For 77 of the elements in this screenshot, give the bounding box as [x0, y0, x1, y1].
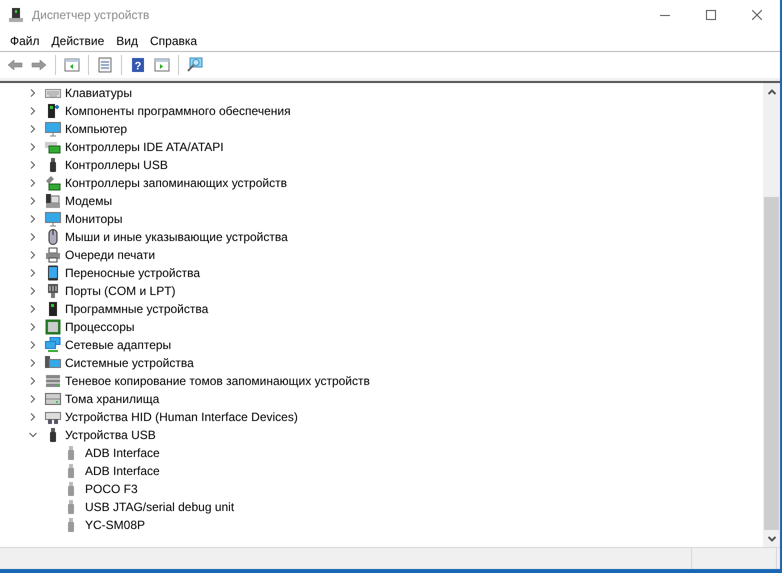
tree-item[interactable]: Тома хранилища [65, 390, 160, 408]
printer-icon [45, 247, 61, 263]
tree-item[interactable]: Системные устройства [65, 354, 194, 372]
tablet-icon [45, 265, 61, 281]
chevron-right-icon [29, 179, 37, 187]
chevron-right-icon [29, 143, 37, 151]
chevron-right-icon [29, 251, 37, 259]
chevron-up-icon [768, 88, 776, 94]
chevron-right-icon [29, 323, 37, 331]
tree-item[interactable]: Мониторы [65, 210, 122, 228]
chevron-right-icon [29, 341, 37, 349]
tree-item[interactable]: Модемы [65, 192, 112, 210]
back-icon [7, 57, 23, 73]
chevron-down-icon [768, 536, 776, 542]
tree-item[interactable]: YC-SM08P [85, 516, 146, 534]
tree-item[interactable]: Очереди печати [65, 246, 156, 264]
chevron-right-icon [29, 215, 37, 223]
menu-item[interactable]: Вид [110, 30, 144, 50]
window-title: Диспетчер устройств [32, 7, 150, 24]
drive-icon [45, 373, 61, 389]
tree-item[interactable]: ADB Interface [85, 462, 160, 480]
monitor-icon [45, 211, 61, 227]
chip-icon [45, 319, 61, 335]
tree-item[interactable]: Переносные устройства [65, 264, 200, 282]
tree-item[interactable]: Устройства HID (Human Interface Devices) [65, 408, 298, 426]
chevron-right-icon [29, 233, 37, 241]
tree-item[interactable]: ADB Interface [85, 444, 160, 462]
modem-icon [45, 193, 61, 209]
scroll-thumb[interactable] [764, 196, 779, 530]
tree-item[interactable]: Компьютер [65, 120, 128, 138]
tree-item[interactable]: Контроллеры IDE ATA/ATAPI [65, 138, 224, 156]
device-icon [45, 103, 61, 119]
close-icon [752, 10, 762, 20]
chevron-right-icon [29, 395, 37, 403]
tree-item[interactable]: Устройства USB [65, 426, 156, 444]
tree-item[interactable]: Программные устройства [65, 300, 208, 318]
keyboard-icon [45, 409, 61, 425]
tree-item[interactable]: USB JTAG/serial debug unit [85, 498, 234, 516]
tree-item[interactable]: Компоненты программного обеспечения [65, 102, 291, 120]
chevron-right-icon [29, 161, 37, 169]
forward-icon [31, 57, 47, 73]
port-icon [45, 283, 61, 299]
monitor-search-icon [187, 57, 203, 73]
tree-item[interactable]: Клавиатуры [65, 84, 132, 102]
computer-icon [45, 355, 61, 371]
menu-item[interactable]: Файл [4, 30, 46, 50]
chevron-right-icon [29, 377, 37, 385]
chevron-right-icon [29, 125, 37, 133]
window-icon [64, 57, 80, 73]
chevron-down-icon [29, 431, 37, 439]
card-icon [45, 139, 61, 155]
drive-icon [45, 391, 61, 407]
chevron-right-icon [29, 197, 37, 205]
tree-item[interactable]: Мыши и иные указывающие устройства [65, 228, 288, 246]
menu-item[interactable]: Действие [46, 30, 110, 50]
maximize-icon [706, 10, 716, 20]
chevron-right-icon [29, 413, 37, 421]
window-play-icon [154, 57, 170, 73]
chevron-right-icon [29, 107, 37, 115]
scrollbar[interactable] [763, 83, 780, 547]
network-icon [45, 337, 61, 353]
app-icon [8, 7, 24, 23]
tree-item[interactable]: Контроллеры запоминающих устройств [65, 174, 287, 192]
chevron-right-icon [29, 359, 37, 367]
chevron-right-icon [29, 287, 37, 295]
tree-item[interactable]: Контроллеры USB [65, 156, 168, 174]
menu-item[interactable]: Справка [144, 30, 204, 50]
tree-item[interactable]: POCO F3 [85, 480, 138, 498]
tree-item[interactable]: Сетевые адаптеры [65, 336, 172, 354]
chevron-right-icon [29, 269, 37, 277]
tree-item[interactable]: Процессоры [65, 318, 134, 336]
tree-item[interactable]: Порты (COM и LPT) [65, 282, 176, 300]
monitor-icon [45, 121, 61, 137]
chevron-right-icon [29, 89, 37, 97]
tree-item[interactable]: Теневое копирование томов запоминающих устройств [65, 372, 370, 390]
chevron-right-icon [29, 305, 37, 313]
document-icon [97, 57, 113, 73]
